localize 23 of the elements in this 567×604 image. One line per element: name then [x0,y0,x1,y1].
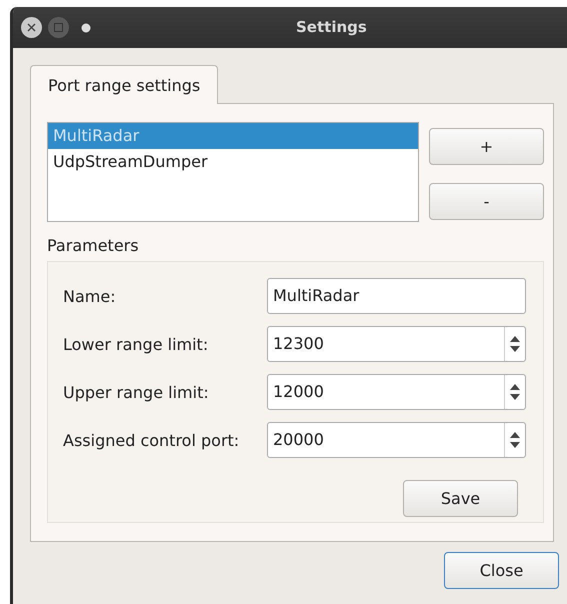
down-arrow-icon[interactable] [510,442,520,448]
up-arrow-icon[interactable] [510,384,520,390]
down-arrow-icon[interactable] [510,346,520,352]
up-arrow-icon[interactable] [510,336,520,342]
remove-button[interactable]: - [429,183,544,220]
field-label: Name: [63,286,116,306]
group-title: Parameters [47,236,140,255]
field-label: Assigned control port: [63,430,240,450]
window-title: Settings [296,18,367,36]
close-button[interactable]: Close [444,552,559,589]
spin-box[interactable]: 20000 [267,422,526,458]
add-button[interactable]: + [429,128,544,165]
tab[interactable]: Port range settings [30,65,218,104]
down-arrow-icon[interactable] [510,394,520,400]
up-arrow-icon[interactable] [510,432,520,438]
field-label: Lower range limit: [63,334,208,354]
close-icon[interactable] [21,17,42,38]
text-field[interactable]: MultiRadar [267,278,526,314]
save-button[interactable]: Save [403,480,518,517]
list-item[interactable]: UdpStreamDumper [48,149,418,175]
field-label: Upper range limit: [63,382,209,402]
spin-box[interactable]: 12000 [267,374,526,410]
spin-box[interactable]: 12300 [267,326,526,362]
